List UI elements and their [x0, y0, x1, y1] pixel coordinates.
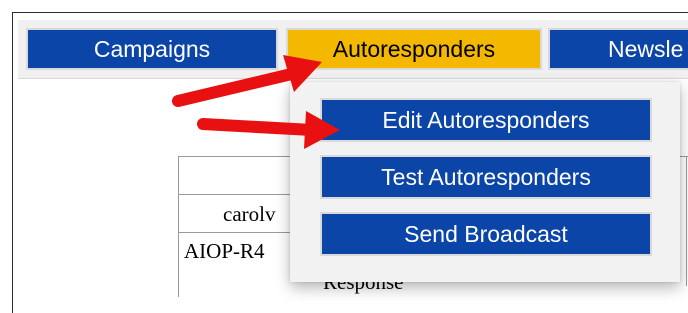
table-cell: carolv	[223, 202, 276, 226]
table-divider	[178, 194, 298, 195]
menu-item-send-broadcast[interactable]: Send Broadcast	[320, 212, 652, 256]
table-divider	[178, 232, 298, 233]
table-cell: AIOP-R4	[184, 239, 265, 263]
table-divider	[686, 156, 687, 286]
tab-newsletters[interactable]: Newsle	[548, 28, 688, 70]
menu-item-edit-autoresponders[interactable]: Edit Autoresponders	[320, 98, 652, 142]
menu-item-test-autoresponders[interactable]: Test Autoresponders	[320, 155, 652, 199]
tab-autoresponders[interactable]: Autoresponders	[286, 28, 542, 70]
tab-campaigns[interactable]: Campaigns	[26, 28, 278, 70]
